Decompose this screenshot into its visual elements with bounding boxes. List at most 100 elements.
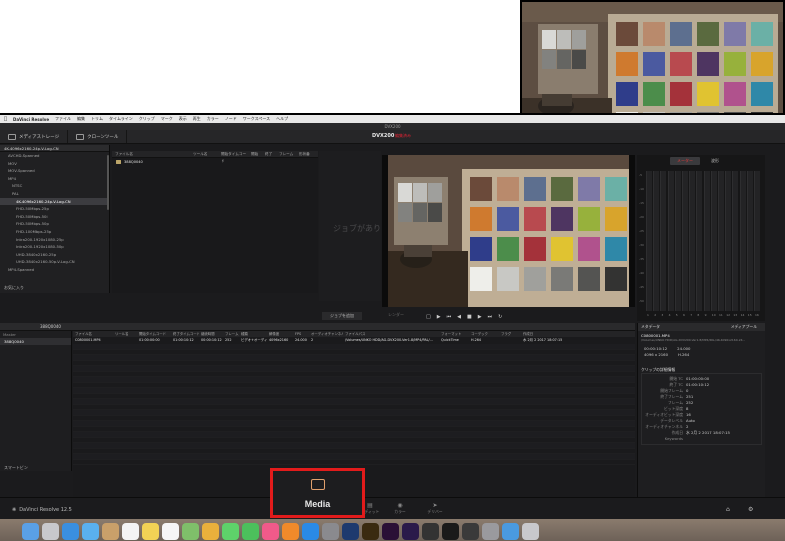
tree-item[interactable]: NTSC bbox=[0, 182, 109, 190]
launchpad-icon[interactable] bbox=[42, 522, 59, 540]
photos-icon[interactable] bbox=[202, 522, 219, 540]
menu-trim[interactable]: トリム bbox=[91, 116, 103, 122]
tree-item[interactable]: UHD-3840x2160-50p-V-Log-CN bbox=[0, 258, 109, 266]
color-patch bbox=[578, 267, 600, 291]
tree-scrollbar[interactable] bbox=[107, 155, 109, 210]
jump-end-icon[interactable]: ⏭ bbox=[488, 314, 493, 320]
tree-item[interactable]: FHD-100Mbps-25p bbox=[0, 228, 109, 236]
tree-item[interactable]: AVCHD-Spanned bbox=[0, 152, 109, 160]
col-start-tc[interactable]: 開始タイムコード bbox=[218, 151, 248, 163]
nav-deliver-button[interactable]: ➤ デリバー bbox=[420, 502, 450, 515]
tree-item[interactable]: 4K-4096x2160-24p-V-Log-CN bbox=[0, 197, 109, 206]
ibooks-icon[interactable] bbox=[282, 522, 299, 540]
reminders-icon[interactable] bbox=[162, 522, 179, 540]
illustrator-icon[interactable] bbox=[362, 522, 379, 540]
menu-color[interactable]: カラー bbox=[207, 116, 219, 122]
metadata-value[interactable]: 01:00:10:12 bbox=[686, 382, 709, 388]
tab-waveform[interactable]: 波形 bbox=[704, 157, 726, 165]
stop-icon[interactable]: ■ bbox=[467, 314, 472, 320]
tree-item[interactable]: UHD-3840x2160-25p bbox=[0, 251, 109, 259]
menu-workspace[interactable]: ワークスペース bbox=[243, 116, 270, 122]
apple-icon[interactable]:  bbox=[4, 116, 7, 122]
col-reel[interactable]: ツール名 bbox=[190, 151, 218, 157]
menu-timeline[interactable]: タイムライン bbox=[109, 116, 133, 122]
tree-item[interactable]: FHD-50Mbps-50i bbox=[0, 213, 109, 221]
facetime-icon[interactable] bbox=[242, 522, 259, 540]
color-patch bbox=[697, 22, 719, 46]
menu-nodes[interactable]: ノード bbox=[225, 116, 237, 122]
render-button[interactable]: レンダー bbox=[388, 312, 404, 318]
clone-tool-button[interactable]: クローンツール bbox=[68, 130, 128, 143]
nav-media-button[interactable]: Media bbox=[270, 468, 365, 518]
mail-icon[interactable] bbox=[82, 522, 99, 540]
media-storage-button[interactable]: メディアストレージ bbox=[0, 130, 69, 143]
notes-icon[interactable] bbox=[142, 522, 159, 540]
tree-item[interactable]: PAL bbox=[0, 190, 109, 198]
menu-help[interactable]: ヘルプ bbox=[276, 116, 288, 122]
play-reverse-icon[interactable]: ◀ bbox=[457, 314, 461, 320]
resolve-brand: ❋ DaVinci Resolve 12.5 bbox=[12, 507, 72, 513]
activity-monitor-icon[interactable] bbox=[462, 522, 479, 540]
tree-item[interactable]: FHD-50Mbps-50p bbox=[0, 220, 109, 228]
tab-meter[interactable]: メーター bbox=[670, 157, 700, 165]
loop-icon[interactable]: ↻ bbox=[498, 314, 502, 320]
menu-mark[interactable]: マーク bbox=[161, 116, 173, 122]
add-job-button[interactable]: ジョブを追加 bbox=[322, 312, 362, 320]
menu-file[interactable]: ファイル bbox=[55, 116, 71, 122]
bin-item[interactable]: 388Q0040 bbox=[0, 338, 71, 345]
folder-icon[interactable] bbox=[502, 522, 519, 540]
metadata-value[interactable]: 水 2月 2 2017 18:07:15 bbox=[686, 430, 730, 436]
meter-scale-label: -50 bbox=[639, 299, 644, 303]
messages-icon[interactable] bbox=[222, 522, 239, 540]
col-start[interactable]: 開始 bbox=[248, 151, 262, 157]
disk-utility-icon[interactable] bbox=[482, 522, 499, 540]
folder-row[interactable]: 388Q0040 bbox=[112, 158, 318, 166]
viewer-mode-icon[interactable]: □ bbox=[426, 314, 431, 320]
photoshop-icon[interactable] bbox=[342, 522, 359, 540]
tree-item[interactable]: MOV bbox=[0, 160, 109, 168]
finder-icon[interactable] bbox=[22, 522, 39, 540]
menu-app-name[interactable]: DaVinci Resolve bbox=[13, 117, 49, 122]
home-icon[interactable]: ⌂ bbox=[726, 506, 730, 513]
menu-edit[interactable]: 編集 bbox=[77, 116, 85, 122]
audio-meter-bar bbox=[732, 171, 739, 311]
terminal-icon[interactable] bbox=[442, 522, 459, 540]
play-icon[interactable]: ▶ bbox=[478, 314, 482, 320]
tree-item[interactable]: MOV-Spanned bbox=[0, 167, 109, 175]
contacts-icon[interactable] bbox=[102, 522, 119, 540]
nav-color-button[interactable]: ◉ カラー bbox=[385, 502, 415, 515]
tree-item[interactable]: Intra200-1920x1080-50p bbox=[0, 243, 109, 251]
menu-clip[interactable]: クリップ bbox=[139, 116, 155, 122]
jump-start-icon[interactable]: ⏮ bbox=[447, 314, 452, 320]
app-store-icon[interactable] bbox=[302, 522, 319, 540]
tab-media-pool[interactable]: メディアプール bbox=[731, 323, 757, 331]
tree-item[interactable]: MP4 bbox=[0, 175, 109, 183]
menu-view[interactable]: 表示 bbox=[179, 116, 187, 122]
safari-icon[interactable] bbox=[62, 522, 79, 540]
after-effects-icon[interactable] bbox=[402, 522, 419, 540]
col-shape[interactable]: 形状番 bbox=[296, 151, 318, 157]
table-row[interactable]: C0800001.MP4 01:00:00:00 01:00:10:12 00:00:… bbox=[73, 337, 635, 344]
col-frames[interactable]: フレーム bbox=[276, 151, 296, 157]
audio-channel-label: 9 bbox=[704, 313, 707, 317]
tree-item[interactable]: FHD-50Mbps-25p bbox=[0, 205, 109, 213]
col-end[interactable]: 終了 bbox=[262, 151, 276, 157]
volume-icon[interactable]: ▶ bbox=[437, 314, 441, 320]
maps-icon[interactable] bbox=[182, 522, 199, 540]
premiere-icon[interactable] bbox=[382, 522, 399, 540]
itunes-icon[interactable] bbox=[262, 522, 279, 540]
calendar-icon[interactable] bbox=[122, 522, 139, 540]
color-patch bbox=[578, 237, 600, 261]
col-filename[interactable]: ファイル名 bbox=[112, 151, 190, 157]
bin-master-label[interactable]: Master bbox=[0, 331, 71, 338]
system-preferences-icon[interactable] bbox=[322, 522, 339, 540]
settings-gear-icon[interactable]: ⚙ bbox=[748, 506, 753, 513]
clip-viewer[interactable] bbox=[382, 155, 635, 307]
menu-playback[interactable]: 再生 bbox=[193, 116, 201, 122]
resolve-icon[interactable] bbox=[422, 522, 439, 540]
resolve-version: DaVinci Resolve 12.5 bbox=[19, 507, 72, 513]
trash-icon[interactable] bbox=[522, 522, 539, 540]
tab-metadata[interactable]: メタデータ bbox=[641, 323, 660, 331]
tree-item[interactable]: Intra200-1920x1080-25p bbox=[0, 236, 109, 244]
tree-item[interactable]: MP4-Spanned bbox=[0, 266, 109, 274]
